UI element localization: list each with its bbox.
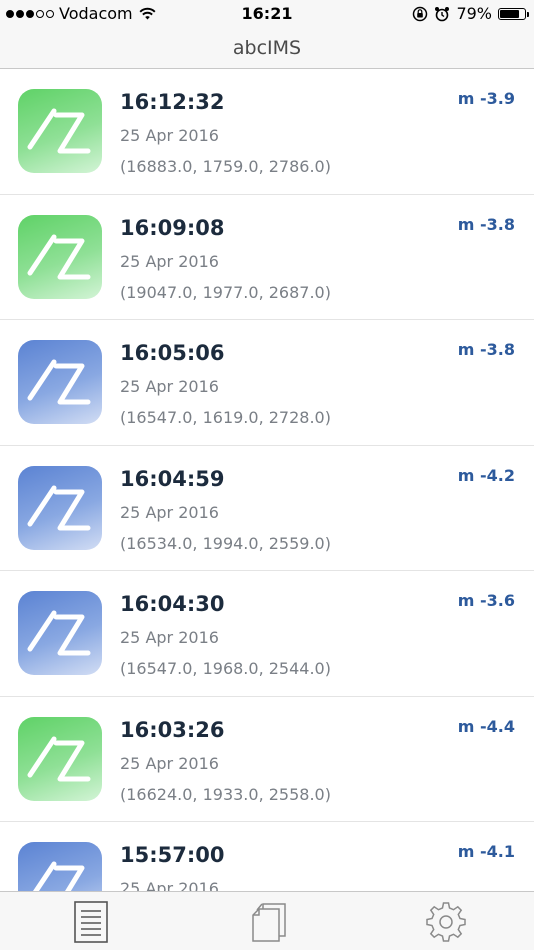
page-title: abcIMS: [232, 37, 302, 59]
tab-documents[interactable]: [249, 900, 289, 944]
z-logo-icon: [27, 359, 91, 405]
event-date: 25 Apr 2016: [120, 126, 219, 145]
documents-stack-icon: [252, 903, 286, 942]
event-time: 16:04:59: [120, 466, 225, 491]
event-time: 16:05:06: [120, 341, 225, 365]
event-app-icon: [18, 340, 102, 424]
event-row[interactable]: 16:04:30 25 Apr 2016 (16547.0, 1968.0, 254…: [0, 571, 534, 697]
z-logo-icon: [27, 485, 91, 530]
event-magnitude: m -3.8: [457, 214, 515, 234]
z-logo-icon: [32, 861, 85, 891]
z-logo-icon: [27, 736, 91, 781]
event-magnitude: m -4.2: [457, 465, 515, 485]
event-date: 25 Apr 2016: [120, 502, 219, 522]
z-logo-icon: [27, 108, 91, 154]
event-date: 25 Apr 2016: [120, 251, 219, 271]
event-coordinates: (16547.0, 1968.0, 2544.0): [120, 659, 331, 678]
event-app-icon: [18, 89, 102, 173]
event-time: 16:12:32: [120, 90, 225, 114]
event-coordinates: (16624.0, 1933.0, 2558.0): [120, 784, 331, 804]
event-row[interactable]: 16:05:06 25 Apr 2016 (16547.0, 1619.0, 272…: [0, 320, 534, 446]
event-date: 25 Apr 2016: [120, 879, 219, 891]
event-app-icon: [18, 591, 102, 675]
event-coordinates: (16883.0, 1759.0, 2786.0): [120, 157, 331, 176]
event-time: 16:04:30: [120, 592, 225, 616]
event-list[interactable]: 16:12:32 25 Apr 2016 (16883.0, 1759.0, 278…: [0, 69, 534, 891]
event-time: 16:03:26: [120, 717, 225, 742]
event-app-icon: [18, 842, 102, 891]
event-magnitude: m -4.1: [457, 842, 515, 861]
event-magnitude: m -4.4: [457, 716, 515, 736]
battery-icon: [498, 7, 529, 20]
z-logo-icon: [27, 234, 91, 279]
battery-fill: [500, 9, 519, 18]
event-magnitude: m -3.6: [457, 591, 515, 610]
event-row[interactable]: 16:12:32 25 Apr 2016 (16883.0, 1759.0, 278…: [0, 69, 534, 195]
document-list-icon: [74, 901, 108, 943]
tab-bar: [0, 891, 534, 950]
screen: Vodacom 16:21 79% abcIMS 16:12:32 25 Apr…: [0, 0, 534, 950]
event-magnitude: m -3.9: [457, 89, 515, 108]
event-app-icon: [18, 214, 102, 299]
status-bar: Vodacom 16:21 79%: [0, 0, 534, 28]
event-date: 25 Apr 2016: [120, 753, 219, 773]
event-coordinates: (19047.0, 1977.0, 2687.0): [120, 282, 331, 302]
event-coordinates: (16534.0, 1994.0, 2559.0): [120, 533, 331, 553]
battery-percent: 79%: [456, 4, 492, 23]
gear-icon: [426, 902, 466, 942]
tab-settings[interactable]: [426, 900, 466, 944]
event-app-icon: [18, 465, 102, 550]
event-date: 25 Apr 2016: [120, 377, 219, 396]
event-date: 25 Apr 2016: [120, 628, 219, 647]
event-row[interactable]: 16:03:26 25 Apr 2016 (16624.0, 1933.0, 255…: [0, 697, 534, 822]
tab-events-list[interactable]: [71, 900, 111, 944]
event-row[interactable]: 16:04:59 25 Apr 2016 (16534.0, 1994.0, 255…: [0, 446, 534, 571]
event-time: 15:57:00: [120, 843, 225, 867]
navigation-bar: abcIMS: [0, 28, 534, 69]
event-row[interactable]: 16:09:08 25 Apr 2016 (19047.0, 1977.0, 268…: [0, 195, 534, 320]
event-time: 16:09:08: [120, 215, 225, 240]
z-logo-icon: [27, 610, 91, 656]
event-row[interactable]: 15:57:00 25 Apr 2016 m -4.1: [0, 822, 534, 891]
orientation-lock-icon: [413, 6, 428, 21]
status-right: 79%: [412, 4, 529, 23]
alarm-clock-icon: [435, 6, 450, 21]
event-app-icon: [18, 716, 102, 801]
event-coordinates: (16547.0, 1619.0, 2728.0): [120, 408, 331, 427]
event-magnitude: m -3.8: [457, 340, 515, 359]
